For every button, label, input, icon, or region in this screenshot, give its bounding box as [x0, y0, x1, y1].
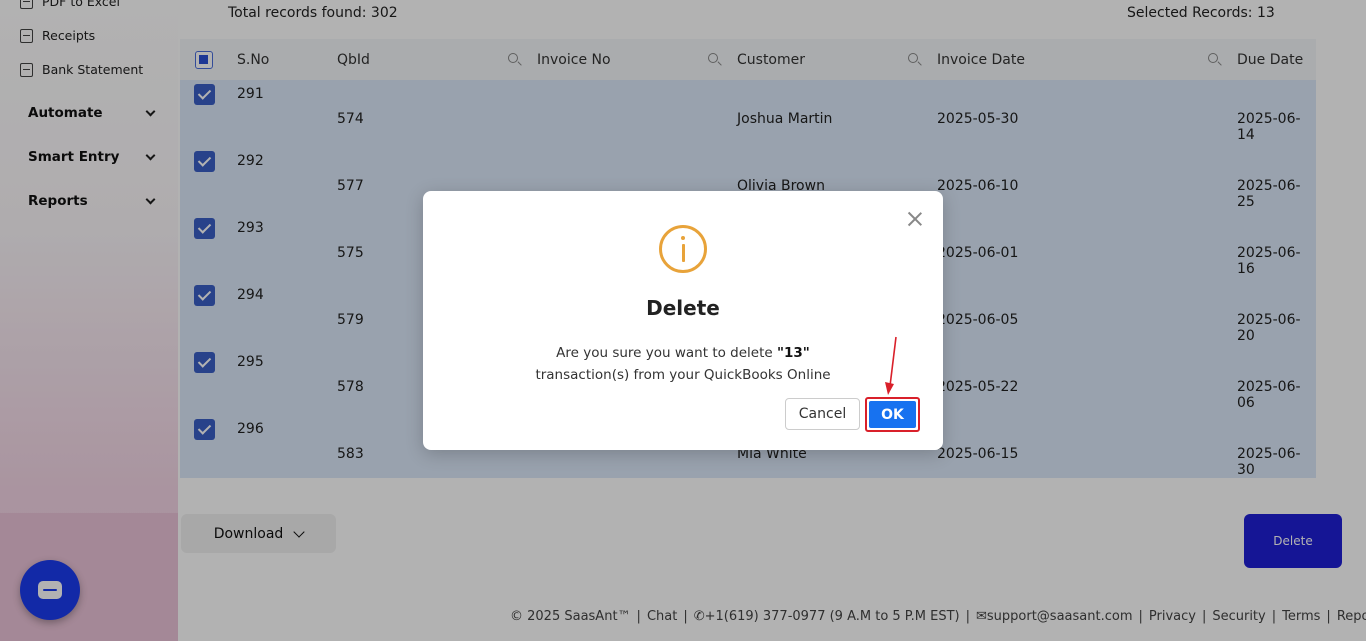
delete-confirm-dialog: Delete Are you sure you want to delete "…	[423, 191, 943, 450]
ok-button[interactable]: OK	[869, 401, 916, 428]
dialog-message-count: "13"	[776, 345, 810, 361]
dialog-title: Delete	[646, 296, 720, 320]
info-icon	[659, 225, 707, 273]
annotation-arrow-icon	[885, 336, 897, 395]
close-icon[interactable]	[907, 211, 923, 227]
dialog-message: Are you sure you want to delete "13" tra…	[423, 342, 943, 386]
dialog-message-suffix: transaction(s) from your QuickBooks Onli…	[535, 367, 831, 383]
dialog-message-prefix: Are you sure you want to delete	[556, 345, 777, 361]
ok-button-highlight: OK	[865, 397, 920, 432]
cancel-button[interactable]: Cancel	[785, 398, 860, 430]
